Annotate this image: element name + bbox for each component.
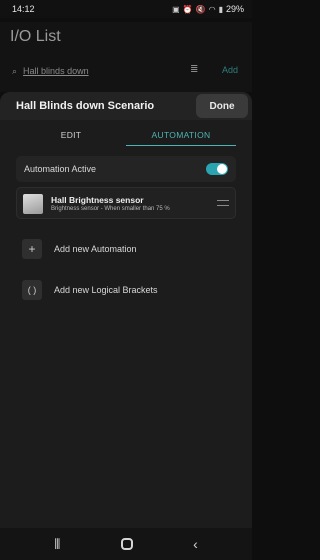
- sheet-title: Hall Blinds down Scenario: [16, 100, 155, 112]
- add-automation-label: Add new Automation: [54, 244, 137, 254]
- mute-icon: 🔇: [195, 4, 206, 14]
- add-button[interactable]: Add: [222, 65, 238, 75]
- signal-icon: ▮: [218, 4, 223, 14]
- tab-automation[interactable]: AUTOMATION: [126, 124, 236, 146]
- recents-icon[interactable]: ⦀: [54, 536, 60, 553]
- automation-active-toggle[interactable]: [206, 163, 228, 175]
- status-icons: ▣ ⏰ 🔇 ◠ ▮ 29%: [172, 4, 244, 14]
- tab-bar: EDIT AUTOMATION: [16, 124, 236, 146]
- done-button[interactable]: Done: [196, 94, 248, 118]
- brackets-icon: ( ): [22, 280, 42, 300]
- filter-icon[interactable]: ≣: [190, 64, 198, 75]
- plus-icon: +: [22, 239, 42, 259]
- status-time: 14:12: [12, 4, 35, 14]
- add-automation-button[interactable]: + Add new Automation: [22, 236, 137, 262]
- automation-active-label: Automation Active: [24, 164, 97, 174]
- wifi-icon: ◠: [208, 4, 216, 14]
- page-title: I/O List: [10, 28, 61, 45]
- home-icon[interactable]: [120, 538, 133, 550]
- automation-item[interactable]: Hall Brightness sensor Brightness sensor…: [16, 187, 236, 219]
- sensor-thumbnail: [23, 194, 43, 214]
- battery-level: 29%: [225, 4, 244, 14]
- status-bar: 14:12 ▣ ⏰ 🔇 ◠ ▮ 29%: [0, 0, 252, 18]
- drag-handle-icon[interactable]: [217, 200, 229, 206]
- sensor-description: Brightness sensor - When smaller than 75…: [51, 206, 170, 212]
- navigation-bar: ⦀ ‹: [0, 528, 252, 560]
- toggle-knob: [217, 164, 227, 174]
- back-icon[interactable]: ‹: [193, 536, 198, 552]
- add-brackets-label: Add new Logical Brackets: [54, 285, 158, 295]
- search-value: Hall blinds down: [23, 66, 89, 76]
- search-input[interactable]: ⌕ Hall blinds down: [12, 60, 212, 82]
- notification-icon: ▣: [172, 4, 180, 14]
- sensor-name: Hall Brightness sensor: [51, 195, 144, 205]
- scenario-sheet: Hall Blinds down Scenario Done EDIT AUTO…: [0, 92, 252, 528]
- alarm-icon: ⏰: [182, 4, 193, 14]
- search-icon: ⌕: [12, 65, 18, 76]
- automation-active-row: Automation Active: [16, 156, 236, 182]
- tab-edit[interactable]: EDIT: [16, 124, 126, 146]
- add-brackets-button[interactable]: ( ) Add new Logical Brackets: [22, 277, 158, 303]
